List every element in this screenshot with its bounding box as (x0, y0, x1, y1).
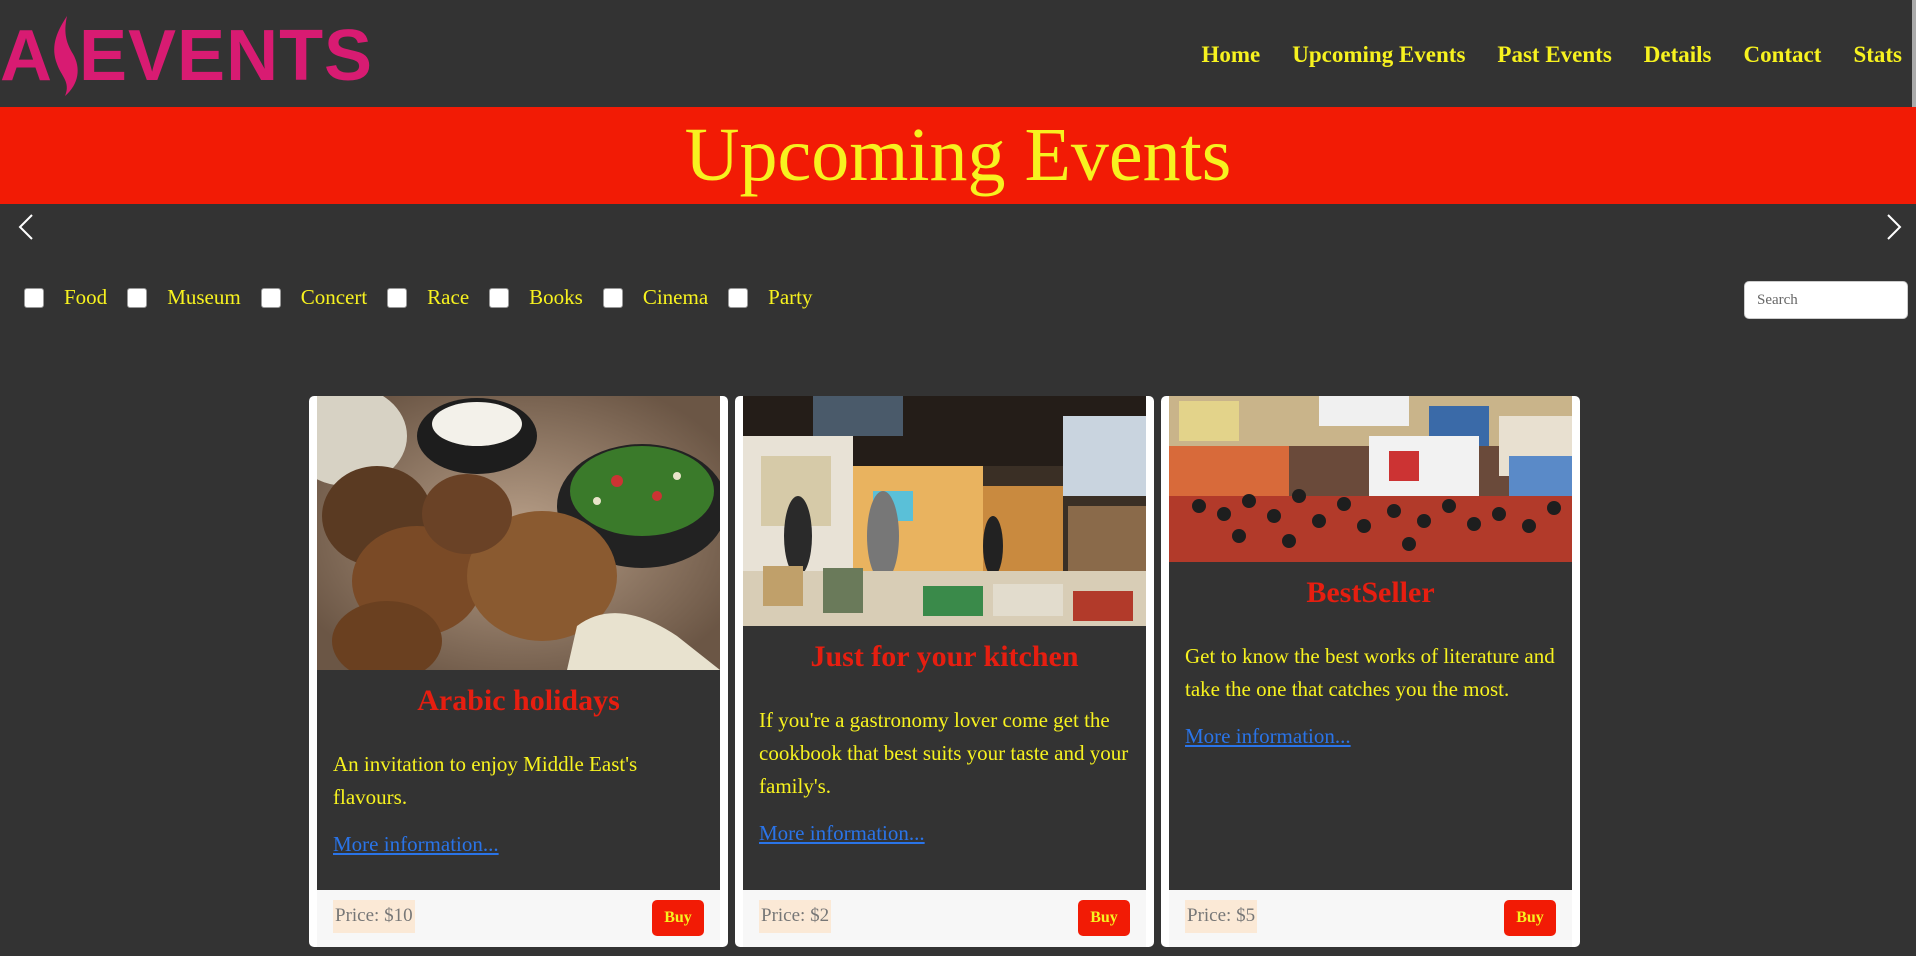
carousel-prev-button[interactable] (12, 212, 42, 242)
filter-party: Party (728, 285, 832, 310)
filter-checkbox-books[interactable] (489, 287, 510, 308)
filter-label: Books (529, 285, 583, 309)
card-footer: Price: $5 Buy (1169, 890, 1572, 947)
card-price: Price: $2 (759, 900, 832, 933)
filter-label: Party (768, 285, 813, 309)
filter-checkbox-party[interactable] (728, 287, 749, 308)
event-card: BestSeller Get to know the best works of… (1161, 396, 1580, 947)
carousel-next-button[interactable] (1878, 212, 1908, 242)
flame-icon (54, 16, 78, 96)
logo-letter: A (0, 16, 53, 96)
nav-home[interactable]: Home (1201, 42, 1260, 68)
filter-museum: Museum (127, 285, 261, 310)
logo[interactable]: A EVENTS (0, 12, 373, 100)
book-fair-crowd-photo (1169, 396, 1572, 562)
filter-race: Race (387, 285, 489, 310)
card-description: Get to know the best works of literature… (1185, 644, 1555, 701)
event-cards: Arabic holidays An invitation to enjoy M… (309, 396, 1580, 947)
filter-label: Cinema (642, 285, 709, 309)
card-body: BestSeller Get to know the best works of… (1169, 562, 1572, 890)
more-info-link[interactable]: More information... (333, 832, 499, 857)
filter-label: Food (64, 285, 108, 309)
nav-upcoming-events[interactable]: Upcoming Events (1292, 42, 1465, 68)
card-price: Price: $5 (1185, 900, 1258, 933)
logo-text: EVENTS (79, 16, 374, 96)
card-footer: Price: $10 Buy (317, 890, 720, 947)
filter-label: Museum (167, 285, 241, 309)
chevron-left-icon (18, 214, 33, 240)
filter-concert: Concert (260, 285, 387, 310)
nav-past-events[interactable]: Past Events (1497, 42, 1611, 68)
card-price: Price: $10 (333, 900, 415, 933)
search-input[interactable] (1744, 281, 1908, 319)
card-description: If you're a gastronomy lover come get th… (759, 708, 1129, 798)
filter-books: Books (489, 285, 603, 310)
card-description: An invitation to enjoy Middle East's fla… (333, 752, 638, 809)
page-title: Upcoming Events (684, 113, 1232, 197)
filter-checkbox-concert[interactable] (260, 287, 281, 308)
category-filters: Food Museum Concert Race Books Cinema Pa… (24, 285, 833, 310)
event-card: Just for your kitchen If you're a gastro… (735, 396, 1154, 947)
buy-button[interactable]: Buy (1504, 900, 1556, 936)
page-banner: Upcoming Events (0, 107, 1916, 204)
chevron-right-icon (1887, 214, 1902, 240)
filter-cinema: Cinema (602, 285, 728, 310)
event-card: Arabic holidays An invitation to enjoy M… (309, 396, 728, 947)
card-footer: Price: $2 Buy (743, 890, 1146, 947)
card-body: Just for your kitchen If you're a gastro… (743, 626, 1146, 890)
filter-checkbox-cinema[interactable] (602, 287, 623, 308)
book-fair-stand-photo (743, 396, 1146, 626)
filter-food: Food (24, 285, 127, 310)
nav-details[interactable]: Details (1644, 42, 1712, 68)
site-header: A EVENTS Home Upcoming Events Past Event… (0, 0, 1916, 107)
nav-contact[interactable]: Contact (1744, 42, 1822, 68)
main-menu: Home Upcoming Events Past Events Details… (1201, 42, 1902, 68)
falafel-food-photo (317, 396, 720, 670)
buy-button[interactable]: Buy (1078, 900, 1130, 936)
filter-checkbox-museum[interactable] (127, 287, 148, 308)
more-info-link[interactable]: More information... (759, 821, 925, 846)
filter-checkbox-race[interactable] (387, 287, 408, 308)
nav-stats[interactable]: Stats (1853, 42, 1902, 68)
more-info-link[interactable]: More information... (1185, 724, 1351, 749)
card-body: Arabic holidays An invitation to enjoy M… (317, 670, 720, 890)
card-title: Just for your kitchen (810, 640, 1079, 673)
filter-checkbox-food[interactable] (24, 287, 44, 308)
filter-label: Race (427, 285, 470, 309)
card-title: Arabic holidays (417, 684, 620, 717)
buy-button[interactable]: Buy (652, 900, 704, 936)
card-title: BestSeller (1306, 576, 1435, 609)
filter-label: Concert (300, 285, 368, 309)
